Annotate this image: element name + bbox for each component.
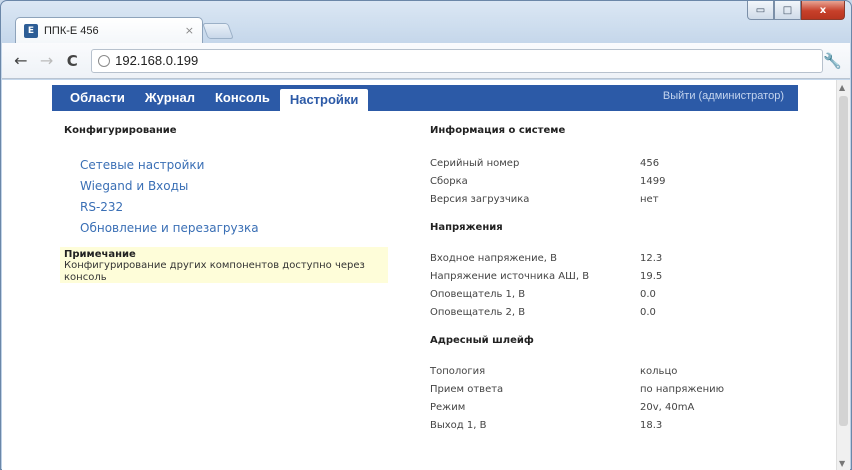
loop-title: Адресный шлейф — [430, 335, 534, 346]
info-key: Версия загрузчика — [430, 193, 530, 205]
info-value: 19.5 — [640, 270, 663, 282]
voltages-table: Входное напряжение, В 12.3 Напряжение ист… — [430, 249, 790, 321]
system-info-panel: Информация о системе Серийный номер 456 С… — [430, 125, 790, 434]
info-key: Напряжение источника АШ, В — [430, 270, 590, 282]
info-value: 1499 — [640, 175, 666, 187]
link-rs232[interactable]: RS-232 — [80, 200, 394, 214]
info-key: Выход 1, В — [430, 419, 487, 431]
close-window-button[interactable]: x — [801, 1, 845, 20]
minimize-button[interactable]: ▭ — [747, 1, 774, 20]
info-row: Прием ответа по напряжению — [430, 380, 790, 398]
reload-icon[interactable]: C — [61, 50, 83, 72]
info-row: Входное напряжение, В 12.3 — [430, 249, 790, 267]
forward-icon[interactable]: → — [36, 50, 58, 72]
info-row: Режим 20v, 40mA — [430, 398, 790, 416]
scrollbar-thumb[interactable] — [839, 96, 848, 426]
info-key: Сборка — [430, 175, 468, 187]
info-row: Серийный номер 456 — [430, 154, 790, 172]
scroll-up-icon[interactable]: ▲ — [839, 83, 845, 92]
note-title: Примечание — [64, 249, 136, 260]
note-text: Конфигурирование других компонентов дост… — [64, 260, 365, 283]
app-container: Области Журнал Консоль Настройки Выйти (… — [52, 85, 798, 470]
info-row: Топология кольцо — [430, 362, 790, 380]
new-tab-button[interactable] — [202, 23, 234, 39]
maximize-button[interactable]: □ — [774, 1, 801, 20]
info-row: Версия загрузчика нет — [430, 190, 790, 208]
favicon-icon: Е — [24, 23, 38, 38]
config-title: Конфигурирование — [64, 125, 177, 136]
info-value: 12.3 — [640, 252, 663, 264]
info-key: Режим — [430, 401, 466, 413]
nav-areas[interactable]: Области — [60, 85, 135, 111]
logout-link[interactable]: Выйти (администратор) — [663, 85, 784, 111]
info-key: Серийный номер — [430, 157, 520, 169]
note-box: Примечание Конфигурирование других компо… — [60, 247, 388, 283]
nav-settings[interactable]: Настройки — [279, 89, 369, 111]
top-nav: Области Журнал Консоль Настройки Выйти (… — [52, 85, 798, 111]
info-value: 456 — [640, 157, 660, 169]
wrench-icon[interactable]: 🔧 — [823, 52, 842, 70]
info-value: 20v, 40mA — [640, 401, 695, 413]
nav-console[interactable]: Консоль — [205, 85, 280, 111]
url-text[interactable]: 192.168.0.199 — [115, 53, 198, 68]
configuration-panel: Конфигурирование Сетевые настройки Wiega… — [64, 125, 394, 242]
info-row: Сборка 1499 — [430, 172, 790, 190]
tab-title: ППК-Е 456 — [44, 24, 99, 37]
link-network-settings[interactable]: Сетевые настройки — [80, 158, 394, 172]
info-value: 0.0 — [640, 306, 656, 318]
info-value: кольцо — [640, 365, 678, 377]
info-key: Оповещатель 2, В — [430, 306, 526, 318]
vertical-scrollbar[interactable]: ▲ ▼ — [836, 80, 850, 470]
page-icon — [98, 54, 111, 67]
close-tab-icon[interactable]: × — [185, 24, 194, 37]
page-viewport: Области Журнал Консоль Настройки Выйти (… — [2, 80, 850, 470]
system-info-table: Серийный номер 456 Сборка 1499 Версия загр… — [430, 154, 790, 208]
info-value: 18.3 — [640, 419, 663, 431]
info-key: Прием ответа — [430, 383, 504, 395]
config-links: Сетевые настройки Wiegand и Входы RS-232… — [64, 158, 394, 235]
scroll-down-icon[interactable]: ▼ — [839, 459, 845, 468]
info-row: Оповещатель 2, В 0.0 — [430, 303, 790, 321]
info-key: Оповещатель 1, В — [430, 288, 526, 300]
link-update-reboot[interactable]: Обновление и перезагрузка — [80, 221, 394, 235]
window-controls: ▭ □ x — [747, 1, 845, 21]
info-value: 0.0 — [640, 288, 656, 300]
nav-journal[interactable]: Журнал — [135, 85, 205, 111]
info-row: Выход 1, В 18.3 — [430, 416, 790, 434]
info-value: по напряжению — [640, 383, 725, 395]
loop-table: Топология кольцо Прием ответа по напряжени… — [430, 362, 790, 434]
back-icon[interactable]: ← — [10, 50, 32, 72]
browser-toolbar: ← → C 192.168.0.199 🔧 — [2, 43, 850, 79]
info-key: Входное напряжение, В — [430, 252, 557, 264]
link-wiegand-inputs[interactable]: Wiegand и Входы — [80, 179, 394, 193]
info-row: Оповещатель 1, В 0.0 — [430, 285, 790, 303]
address-bar[interactable]: 192.168.0.199 — [91, 48, 824, 73]
browser-window: ▭ □ x Е ППК-Е 456 × ← → C 192.168.0.199 … — [0, 0, 852, 470]
info-key: Топология — [430, 365, 486, 377]
info-row: Напряжение источника АШ, В 19.5 — [430, 267, 790, 285]
system-info-title: Информация о системе — [430, 125, 566, 136]
info-value: нет — [640, 193, 659, 205]
voltages-title: Напряжения — [430, 222, 503, 233]
browser-tab[interactable]: Е ППК-Е 456 × — [15, 17, 203, 43]
